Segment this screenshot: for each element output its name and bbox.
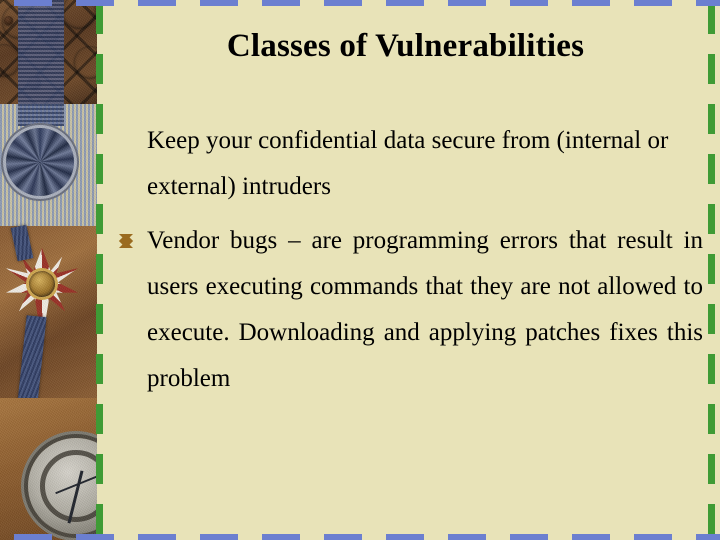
border-dash: [708, 354, 715, 384]
border-dash: [708, 254, 715, 284]
medal-center-hub-icon: [29, 271, 55, 297]
border-dash: [96, 454, 103, 484]
left-green-dashed-border: [96, 0, 103, 540]
border-dash: [96, 54, 103, 84]
border-dash: [96, 4, 103, 34]
border-dash: [708, 204, 715, 234]
decorative-photo-strip: [0, 0, 97, 540]
border-dash: [708, 54, 715, 84]
border-dash: [96, 354, 103, 384]
slide-content: Classes of Vulnerabilities Keep your con…: [103, 0, 708, 540]
border-dash: [14, 534, 52, 540]
border-dash: [708, 154, 715, 184]
page-title: Classes of Vulnerabilities: [226, 28, 585, 64]
bullet-paragraph: Vendor bugs – are programming errors tha…: [147, 227, 703, 392]
blue-ribbon-band: [18, 0, 64, 126]
tile-stud-icon: [4, 16, 13, 25]
intro-paragraph: Keep your confidential data secure from …: [147, 127, 669, 200]
border-dash: [14, 0, 52, 6]
border-dash: [96, 104, 103, 134]
border-dash: [96, 154, 103, 184]
border-dash: [708, 104, 715, 134]
border-dash: [708, 404, 715, 434]
bullet-list-item: Vendor bugs – are programming errors tha…: [111, 218, 706, 402]
border-dash: [96, 204, 103, 234]
leather-background-texture: [0, 226, 97, 406]
pleated-rosette-medal-icon: [6, 128, 74, 196]
body-text-block: Keep your confidential data secure from …: [111, 118, 706, 402]
border-dash: [96, 304, 103, 334]
border-dash: [708, 504, 715, 534]
border-dash: [96, 504, 103, 534]
border-dash: [708, 4, 715, 34]
border-dash: [708, 454, 715, 484]
border-dash: [708, 304, 715, 334]
right-green-dashed-border: [708, 0, 715, 540]
slide: Classes of Vulnerabilities Keep your con…: [0, 0, 720, 540]
border-dash: [96, 254, 103, 284]
border-dash: [96, 404, 103, 434]
diamond-bullet-icon: [119, 234, 133, 248]
